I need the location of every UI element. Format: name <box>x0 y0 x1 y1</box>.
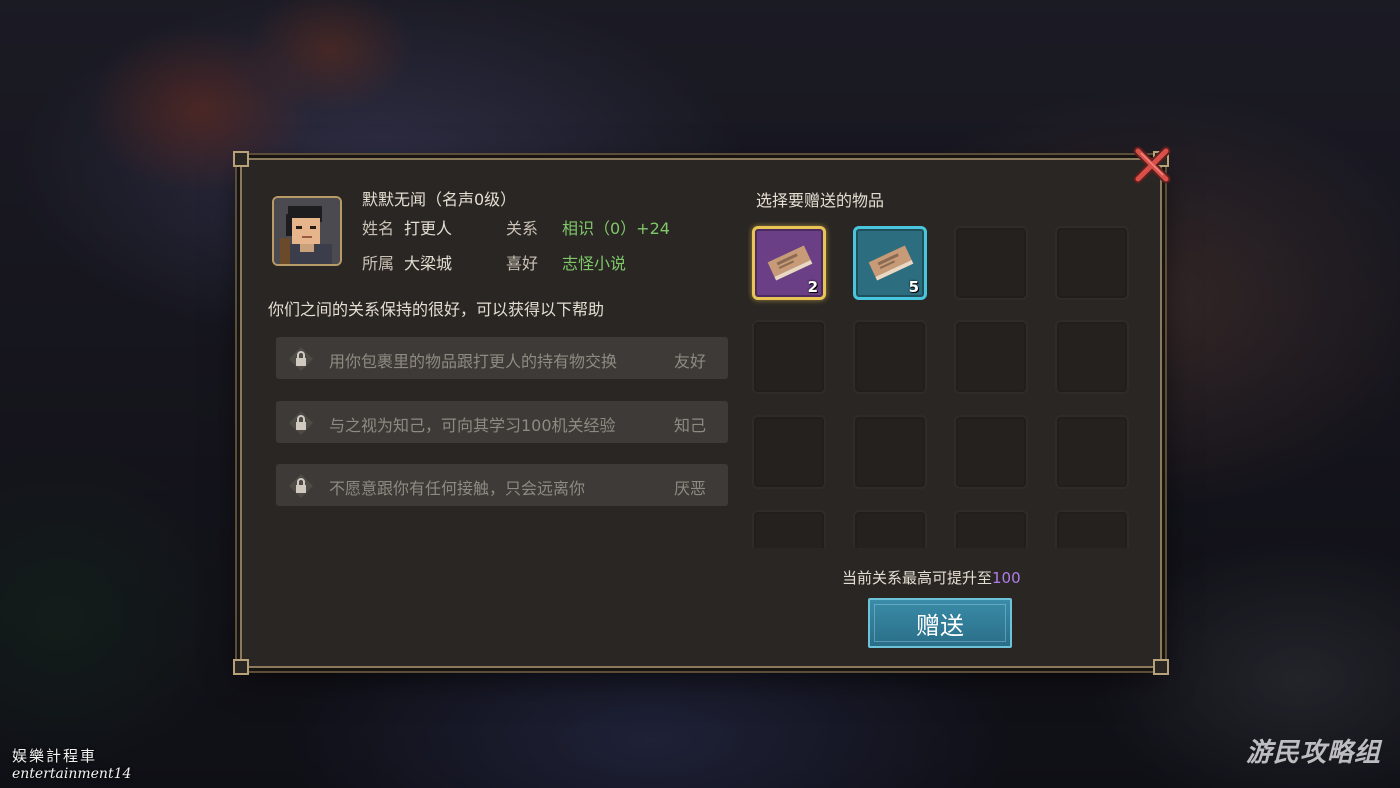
faction-label: 所属 <box>362 254 395 273</box>
inventory-slot-empty[interactable] <box>853 415 927 489</box>
help-item-level: 厌恶 <box>673 479 706 498</box>
close-icon <box>1133 146 1171 184</box>
inventory-slot-empty[interactable] <box>1055 415 1129 489</box>
name-label: 姓名 <box>362 219 395 238</box>
inventory-slot-empty[interactable] <box>1055 226 1129 300</box>
max-relation-text: 当前关系最高可提升至100 <box>842 567 1021 588</box>
preference-value: 志怪小说 <box>562 254 627 273</box>
help-item-level: 友好 <box>673 352 706 371</box>
watermark-right: 游民攻略组 <box>1246 738 1382 768</box>
inventory-slot-empty[interactable] <box>752 510 826 548</box>
frame-corner <box>1153 659 1169 675</box>
watermark-left-line1: 娱樂計程車 <box>12 747 98 765</box>
help-item-level: 知己 <box>673 416 706 435</box>
help-item-locked: 用你包裹里的物品跟打更人的持有物交换 友好 <box>276 337 728 379</box>
inventory-slot-empty[interactable] <box>752 320 826 394</box>
gift-button-label: 赠送 <box>916 611 964 640</box>
watermark-left: 娱樂計程車 entertainment14 <box>12 745 131 782</box>
lock-icon <box>289 411 313 435</box>
close-button[interactable] <box>1130 143 1174 187</box>
gift-button[interactable]: 赠送 <box>868 598 1012 648</box>
help-item-locked: 不愿意跟你有任何接触，只会远离你 厌恶 <box>276 464 728 506</box>
npc-title: 默默无闻（名声0级） <box>362 190 517 209</box>
help-item-text: 用你包裹里的物品跟打更人的持有物交换 <box>329 352 618 371</box>
npc-avatar <box>272 196 342 266</box>
gift-header: 选择要赠送的物品 <box>756 191 885 210</box>
faction-value: 大梁城 <box>404 254 453 273</box>
frame-corner <box>233 151 249 167</box>
inventory-slot-empty[interactable] <box>853 320 927 394</box>
max-relation-value: 100 <box>992 569 1021 587</box>
help-item-locked: 与之视为知己，可向其学习100机关经验 知己 <box>276 401 728 443</box>
item-quantity: 5 <box>908 278 919 296</box>
inventory-slot-empty[interactable] <box>752 415 826 489</box>
inventory-slot-empty[interactable] <box>954 226 1028 300</box>
inventory-slot-empty[interactable] <box>853 510 927 548</box>
relation-value: 相识（0）+24 <box>562 219 670 238</box>
inventory-slot-empty[interactable] <box>1055 510 1129 548</box>
help-item-text: 不愿意跟你有任何接触，只会远离你 <box>329 479 586 498</box>
item-quantity: 2 <box>807 278 818 296</box>
npc-portrait-icon <box>274 198 340 264</box>
preference-label: 喜好 <box>506 254 539 273</box>
max-relation-prefix: 当前关系最高可提升至 <box>842 569 993 587</box>
inventory-grid: 2 5 <box>748 222 1136 548</box>
frame-corner <box>233 659 249 675</box>
inventory-slot-empty[interactable] <box>954 320 1028 394</box>
inventory-slot-empty[interactable] <box>954 415 1028 489</box>
inventory-slot-empty[interactable] <box>954 510 1028 548</box>
inventory-slot-item[interactable]: 5 <box>853 226 927 300</box>
inventory-slot-item[interactable]: 2 <box>752 226 826 300</box>
relation-label: 关系 <box>506 219 539 238</box>
inventory-slot-empty[interactable] <box>1055 320 1129 394</box>
lock-icon <box>289 474 313 498</box>
lock-icon <box>289 347 313 371</box>
watermark-left-line2: entertainment14 <box>12 766 132 782</box>
relation-description: 你们之间的关系保持的很好，可以获得以下帮助 <box>268 300 605 319</box>
name-value: 打更人 <box>404 219 453 238</box>
help-item-text: 与之视为知己，可向其学习100机关经验 <box>329 416 616 435</box>
